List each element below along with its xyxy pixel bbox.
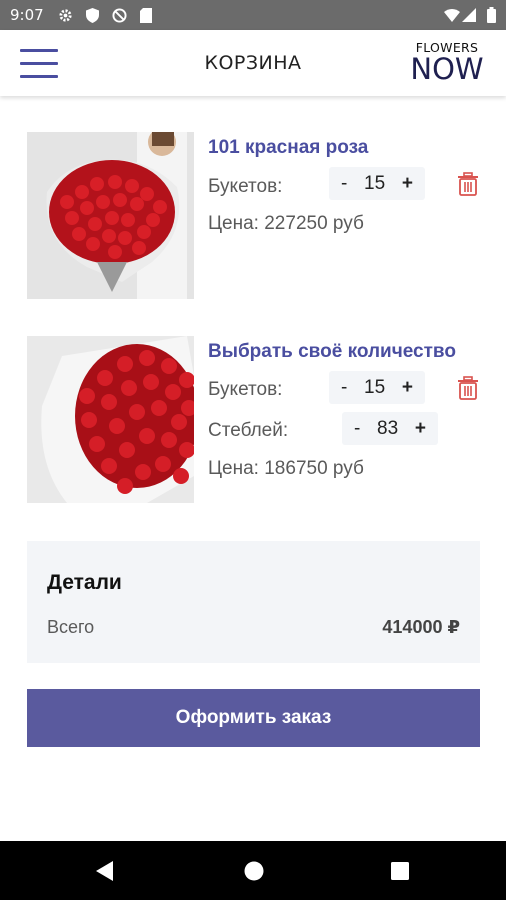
back-icon[interactable] — [96, 861, 114, 886]
item-name[interactable]: 101 красная роза — [208, 137, 368, 159]
stems-quantity: 83 — [377, 417, 399, 439]
increment-button[interactable]: + — [402, 377, 413, 399]
total-label: Всего — [47, 617, 95, 637]
bouquets-stepper: - 15 + — [329, 371, 425, 404]
app-bar: КОРЗИНА FLOWERS NOW — [0, 30, 506, 96]
increment-button[interactable]: + — [415, 418, 426, 440]
checkout-button[interactable]: Оформить заказ — [27, 689, 480, 747]
sd-card-icon — [140, 8, 152, 23]
battery-icon — [487, 7, 496, 23]
stems-stepper: - 83 + — [342, 412, 438, 445]
item-price: Цена: 227250 руб — [208, 213, 364, 234]
trash-icon[interactable] — [457, 376, 479, 400]
logo[interactable]: FLOWERS NOW — [404, 40, 490, 88]
settings-icon — [58, 8, 73, 22]
order-details: Детали Всего 414000 ₽ — [27, 541, 480, 663]
details-title: Детали — [47, 571, 122, 594]
logo-bottom-text: NOW — [410, 52, 484, 86]
wifi-icon — [444, 8, 460, 22]
cart-item: Выбрать своё количество Букетов: - 15 + … — [27, 336, 487, 506]
bouquet-image — [27, 336, 194, 503]
bouquet-image — [27, 132, 194, 299]
decrement-button[interactable]: - — [341, 377, 347, 399]
status-time: 9:07 — [10, 6, 44, 24]
bouquets-label: Букетов: — [208, 379, 283, 400]
decrement-button[interactable]: - — [354, 418, 360, 440]
bouquets-quantity: 15 — [364, 172, 386, 194]
shield-icon — [86, 8, 99, 23]
increment-button[interactable]: + — [402, 173, 413, 195]
status-bar: 9:07 — [0, 0, 506, 30]
signal-icon — [462, 8, 476, 22]
system-nav-bar — [0, 841, 506, 900]
item-price: Цена: 186750 руб — [208, 458, 364, 479]
recents-icon[interactable] — [391, 862, 409, 885]
cart-item: 101 красная роза Букетов: - 15 + Цена: 2… — [27, 132, 487, 302]
home-icon[interactable] — [244, 861, 264, 886]
total-value: 414000 ₽ — [382, 617, 460, 637]
trash-icon[interactable] — [457, 172, 479, 196]
bouquets-stepper: - 15 + — [329, 167, 425, 200]
decrement-button[interactable]: - — [341, 173, 347, 195]
bouquets-quantity: 15 — [364, 376, 386, 398]
no-disturb-icon — [112, 8, 127, 23]
bouquets-label: Букетов: — [208, 176, 283, 197]
item-name[interactable]: Выбрать своё количество — [208, 341, 456, 363]
stems-label: Стеблей: — [208, 420, 289, 441]
